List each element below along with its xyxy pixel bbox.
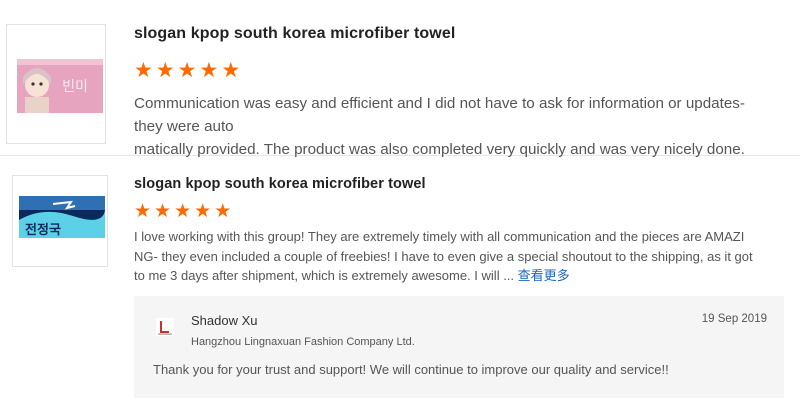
towel-image: 전정국: [13, 176, 107, 266]
star-icon: ★: [194, 200, 212, 222]
star-icon: ★: [134, 200, 152, 222]
review-text: I love working with this group! They are…: [134, 227, 776, 286]
reply-date: 19 Sep 2019: [701, 313, 767, 325]
product-title[interactable]: slogan kpop south korea microfiber towel: [134, 176, 426, 192]
star-rating: ★ ★ ★ ★ ★: [134, 60, 240, 81]
review-text-line: Communication was easy and efficient and…: [134, 95, 745, 135]
star-icon: ★: [155, 58, 175, 82]
star-icon: ★: [221, 58, 241, 82]
product-title[interactable]: slogan kpop south korea microfiber towel: [134, 25, 455, 43]
towel-image: 빈미: [7, 25, 105, 143]
product-thumbnail[interactable]: 전정국: [12, 175, 108, 267]
thumbnail-text: 빈미: [62, 79, 88, 95]
review-text-line: NG- they even included a couple of freeb…: [134, 248, 753, 264]
star-icon: ★: [134, 58, 153, 82]
seller-name: Shadow Xu: [191, 313, 258, 328]
star-icon: ★: [154, 200, 172, 222]
review-text: Communication was easy and efficient and…: [134, 92, 774, 161]
review-item: 빈미 slogan kpop south korea microfiber to…: [0, 0, 800, 158]
star-icon: ★: [177, 58, 197, 82]
view-more-link[interactable]: 查看更多: [518, 268, 570, 283]
thumbnail-text: 전정국: [25, 222, 61, 238]
seller-reply: Shadow Xu Hangzhou Lingnaxuan Fashion Co…: [134, 296, 784, 398]
product-thumbnail[interactable]: 빈미: [6, 24, 106, 144]
review-text-line: to me 3 days after shipment, which is ex…: [134, 266, 776, 286]
seller-company: Hangzhou Lingnaxuan Fashion Company Ltd.: [191, 336, 415, 348]
star-icon: ★: [199, 58, 219, 82]
review-text-line-content: to me 3 days after shipment, which is ex…: [134, 268, 515, 283]
star-icon: ★: [214, 200, 232, 222]
star-rating: ★ ★ ★ ★ ★: [134, 202, 231, 221]
seller-logo-icon: [156, 318, 174, 336]
review-item: 전정국 slogan kpop south korea microfiber t…: [0, 157, 800, 410]
star-icon: ★: [174, 200, 192, 222]
reply-text: Thank you for your trust and support! We…: [153, 362, 669, 377]
review-text-line: I love working with this group! They are…: [134, 229, 745, 244]
